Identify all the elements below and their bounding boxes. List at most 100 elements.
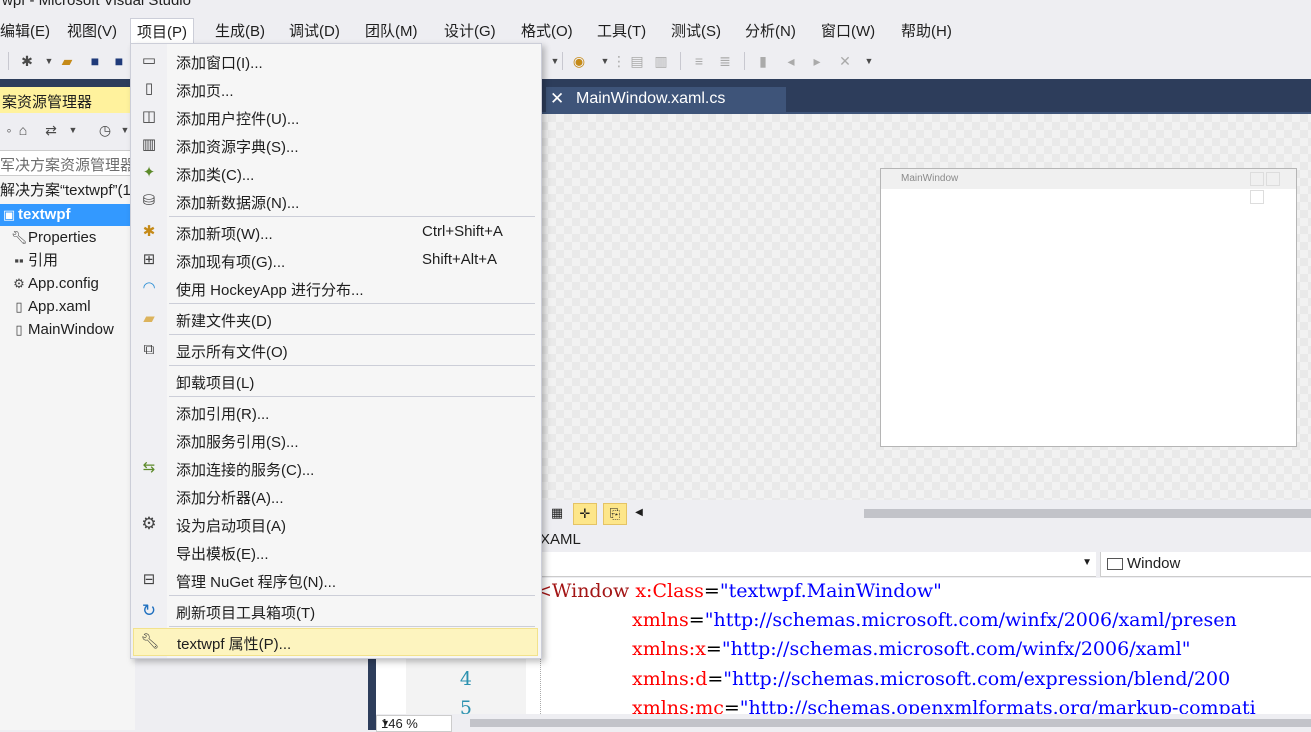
tree-item-label: MainWindow bbox=[28, 321, 114, 338]
designer-scrollbar[interactable] bbox=[864, 509, 1311, 518]
menu-item-set-startup-project[interactable]: ⚙︎ 设为启动项目(A) bbox=[133, 511, 538, 537]
menu-team[interactable]: 团队(M) bbox=[359, 18, 424, 45]
menu-item-project-properties[interactable]: 🔧︎ textwpf 属性(P)... bbox=[133, 628, 538, 656]
snap-to-gridlines-icon[interactable]: ✛ bbox=[573, 503, 597, 525]
menu-debug[interactable]: 调试(D) bbox=[283, 18, 346, 45]
tree-item-app-config[interactable]: ⚙︎ App.config bbox=[10, 273, 99, 295]
menu-item-add-class[interactable]: ✦ 添加类(C)... bbox=[133, 160, 538, 186]
designer-window-caption: MainWindow bbox=[901, 173, 959, 184]
checkerboard-icon[interactable]: ▦ bbox=[546, 503, 568, 523]
menu-format[interactable]: 格式(O) bbox=[515, 18, 579, 45]
menu-item-add-connected-service[interactable]: ⇆ 添加连接的服务(C)... bbox=[133, 455, 538, 481]
menu-view[interactable]: 视图(V) bbox=[61, 18, 123, 45]
menu-item-show-all-files[interactable]: ⧉ 显示所有文件(O) bbox=[133, 337, 538, 363]
tree-item-app-xaml[interactable]: ▯ App.xaml bbox=[10, 296, 90, 318]
menu-item-add-reference[interactable]: 添加引用(R)... bbox=[133, 399, 538, 425]
designer-window-preview[interactable]: MainWindow bbox=[880, 168, 1297, 447]
clear-bookmarks-icon[interactable]: ✕ bbox=[836, 52, 854, 70]
window-title: wpf - Microsoft Visual Studio bbox=[2, 0, 191, 9]
type-combobox[interactable]: ▼ bbox=[540, 552, 1096, 577]
menu-item-refresh-toolbox[interactable]: ↻ 刷新项目工具箱项(T) bbox=[133, 598, 538, 624]
menu-help[interactable]: 帮助(H) bbox=[895, 18, 958, 45]
menu-item-add-existing-item[interactable]: ⊞ 添加现有项(G)... Shift+Alt+A bbox=[133, 247, 538, 273]
menu-design[interactable]: 设计(G) bbox=[438, 18, 502, 45]
menu-separator bbox=[169, 396, 535, 397]
menu-item-manage-nuget[interactable]: ⊟ 管理 NuGet 程序包(N)... bbox=[133, 567, 538, 593]
dropdown-arrow-icon[interactable]: ▼ bbox=[64, 121, 82, 139]
tree-item-properties[interactable]: 🔧︎Properties bbox=[10, 227, 97, 249]
toolbar-overflow-icon[interactable]: ▼ bbox=[860, 52, 878, 70]
add-existing-item-icon: ⊞ bbox=[142, 251, 156, 268]
align-left-icon[interactable]: ▤ bbox=[628, 52, 646, 70]
menu-window[interactable]: 窗口(W) bbox=[815, 18, 881, 45]
save-icon[interactable]: ■ bbox=[86, 52, 104, 70]
menu-item-add-analyzer[interactable]: 添加分析器(A)... bbox=[133, 483, 538, 509]
sync-icon[interactable]: ⇄ bbox=[42, 121, 60, 139]
code-line[interactable]: xmlns:mc="http://schemas.openxmlformats.… bbox=[632, 697, 1256, 714]
menu-item-add-service-reference[interactable]: 添加服务引用(S)... bbox=[133, 427, 538, 453]
connected-service-icon: ⇆ bbox=[142, 459, 156, 476]
dropdown-arrow-icon[interactable]: ▼ bbox=[40, 52, 58, 70]
toolbar-separator bbox=[562, 52, 563, 70]
new-project-icon[interactable]: ✱ bbox=[18, 52, 36, 70]
solution-explorer-toolbar: ◦ ⌂ ⇄ ▼ ◷ ▼ bbox=[0, 113, 135, 147]
bookmark-icon[interactable]: ▮ bbox=[754, 52, 772, 70]
member-combobox[interactable]: Window bbox=[1100, 552, 1311, 577]
pending-changes-icon[interactable]: ◷ bbox=[96, 121, 114, 139]
menu-item-export-template[interactable]: 导出模板(E)... bbox=[133, 539, 538, 565]
menu-item-add-resource-dictionary[interactable]: ▥ 添加资源字典(S)... bbox=[133, 132, 538, 158]
comment-icon[interactable]: ≡ bbox=[690, 52, 708, 70]
menu-analyze[interactable]: 分析(N) bbox=[739, 18, 802, 45]
code-line[interactable]: xmlns="http://schemas.microsoft.com/winf… bbox=[632, 609, 1237, 631]
menu-item-add-user-control[interactable]: ◫ 添加用户控件(U)... bbox=[133, 104, 538, 130]
scroll-left-icon[interactable]: ◀ bbox=[628, 503, 650, 523]
code-line[interactable]: <Window x:Class="textwpf.MainWindow" bbox=[536, 580, 942, 602]
document-tab[interactable]: ✕ MainWindow.xaml.cs bbox=[546, 87, 786, 112]
find-in-files-icon[interactable]: ◉ bbox=[570, 52, 588, 70]
chevron-down-icon[interactable]: ▼ bbox=[1082, 557, 1092, 568]
tree-item-mainwindow[interactable]: ▯ MainWindow bbox=[10, 319, 114, 341]
document-tab-label: MainWindow.xaml.cs bbox=[576, 90, 726, 107]
menu-item-add-data-source[interactable]: ⛁ 添加新数据源(N)... bbox=[133, 188, 538, 214]
menu-item-add-page[interactable]: ▯ 添加页... bbox=[133, 76, 538, 102]
chevron-down-icon[interactable]: ▼ bbox=[381, 718, 448, 728]
menu-test[interactable]: 测试(S) bbox=[665, 18, 727, 45]
menu-item-hockeyapp[interactable]: ◠ 使用 HockeyApp 进行分布... bbox=[133, 275, 538, 301]
code-line[interactable]: xmlns:x="http://schemas.microsoft.com/wi… bbox=[632, 638, 1190, 660]
xaml-pane-tab[interactable]: XAML bbox=[540, 527, 1311, 551]
menu-tools[interactable]: 工具(T) bbox=[591, 18, 652, 45]
toolbar-separator bbox=[8, 52, 9, 70]
open-folder-icon[interactable]: ▰ bbox=[58, 52, 76, 70]
title-bar: wpf - Microsoft Visual Studio bbox=[0, 0, 1311, 16]
solution-explorer-search[interactable]: 军决方案资源管理器( bbox=[0, 150, 140, 176]
code-line[interactable]: xmlns:d="http://schemas.microsoft.com/ex… bbox=[632, 668, 1230, 690]
align-icon[interactable]: ⋮ bbox=[610, 52, 628, 70]
menu-item-add-new-item[interactable]: ✱ 添加新项(W)... Ctrl+Shift+A bbox=[133, 219, 538, 245]
solution-explorer-header[interactable]: 案资源管理器 bbox=[0, 87, 135, 113]
menu-project[interactable]: 项目(P) bbox=[130, 18, 194, 46]
references-icon: ▪▪ bbox=[14, 253, 24, 268]
solution-explorer-title: 案资源管理器 bbox=[2, 94, 93, 111]
snap-to-snaplines-icon[interactable]: ⎘ bbox=[603, 503, 627, 525]
save-all-icon[interactable]: ■ bbox=[110, 52, 128, 70]
menu-separator bbox=[169, 595, 535, 596]
wrench-icon: 🔧︎ bbox=[140, 633, 160, 650]
menu-item-new-folder[interactable]: ▰ 新建文件夹(D) bbox=[133, 306, 538, 332]
align-right-icon[interactable]: ▥ bbox=[652, 52, 670, 70]
uncomment-icon[interactable]: ≣ bbox=[716, 52, 734, 70]
editor-scrollbar[interactable] bbox=[470, 719, 1311, 727]
tree-item-references[interactable]: ▪▪ 引用 bbox=[10, 250, 58, 272]
menu-item-unload-project[interactable]: 卸载项目(L) bbox=[133, 368, 538, 394]
menu-build[interactable]: 生成(B) bbox=[209, 18, 271, 45]
home-icon[interactable]: ⌂ bbox=[14, 121, 32, 139]
menu-item-add-window[interactable]: ▭ 添加窗口(I)... bbox=[133, 48, 538, 74]
close-icon[interactable]: ✕ bbox=[550, 89, 564, 109]
menu-bar: 编辑(E) 视图(V) 项目(P) 生成(B) 调试(D) 团队(M) 设计(G… bbox=[0, 18, 1311, 46]
next-bookmark-icon[interactable]: ▸ bbox=[808, 52, 826, 70]
prev-bookmark-icon[interactable]: ◂ bbox=[782, 52, 800, 70]
zoom-combobox[interactable]: 146 % ▼ bbox=[376, 715, 452, 732]
solution-node[interactable]: 解决方案“textwpf”(1 bbox=[0, 180, 131, 202]
menu-edit[interactable]: 编辑(E) bbox=[0, 18, 56, 45]
project-menu-dropdown: ▭ 添加窗口(I)... ▯ 添加页... ◫ 添加用户控件(U)... ▥ 添… bbox=[130, 43, 542, 659]
project-node[interactable]: ▣ textwpf bbox=[0, 204, 135, 226]
